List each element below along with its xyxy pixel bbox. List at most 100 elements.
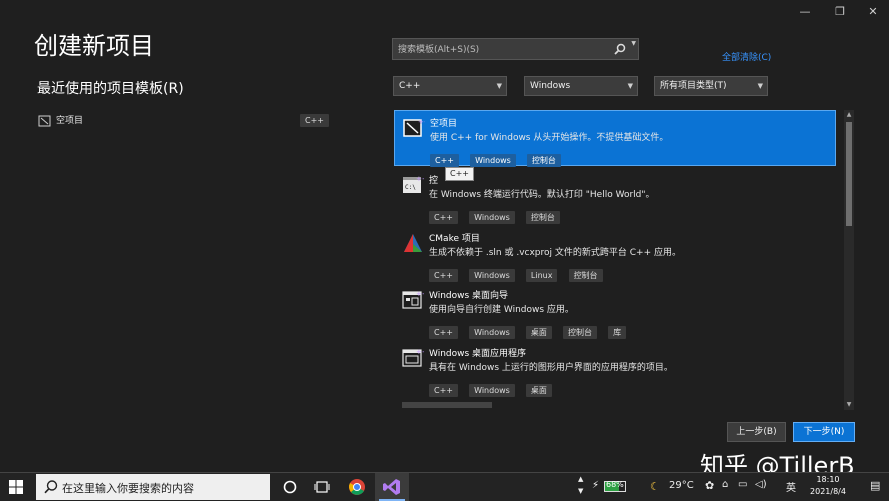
weather-moon-icon: ☾ [650,480,660,493]
svg-text:++: ++ [416,290,424,298]
clock-time: 18:10 [816,475,840,484]
template-name: Windows 桌面向导 [429,291,509,301]
template-description: 具有在 Windows 上运行的图形用户界面的应用程序的项目。 [429,363,673,373]
template-name: 空项目 [430,119,458,129]
taskbar-search-placeholder: 在这里输入你要搜索的内容 [62,482,194,495]
template-description: 使用向导自行创建 Windows 应用。 [429,305,574,315]
task-view-icon[interactable] [312,477,332,497]
template-description: 使用 C++ for Windows 从头开始操作。不提供基础文件。 [430,133,669,143]
svg-text:++: ++ [416,348,424,356]
template-list-scrollbar[interactable]: ▲ ▼ [844,110,854,410]
template-tag: Windows [469,269,515,282]
chevron-down-icon: ▼ [496,82,502,90]
template-tag: 桌面 [525,326,552,339]
restore-button[interactable]: ❐ [825,4,855,20]
recent-template-lang-tag: C++ [300,114,329,127]
scroll-thumb[interactable] [846,122,852,226]
plug-icon: ⚡ [592,480,600,491]
scroll-up-icon[interactable]: ▲ [844,110,854,120]
template-tag: C++ [429,384,458,397]
empty-project-icon [38,115,51,127]
keyboard-icon[interactable]: ▭ [738,479,747,490]
taskbar: 在这里输入你要搜索的内容 ▲ ▼ ⚡ 68% ☾ 29°C ✿ ⌂ ▭ ◁) 英… [0,472,889,501]
template-tag: Windows [469,326,515,339]
template-item-windows-desktop-wizard[interactable]: ++ Windows 桌面向导 使用向导自行创建 Windows 应用。 C++… [394,283,836,339]
clock-date: 2021/8/4 [810,487,846,496]
notification-icon[interactable]: ▤ [870,479,880,492]
project-type-filter[interactable]: 所有项目类型(T) ▼ [654,76,768,96]
page-title: 创建新项目 [34,32,154,60]
empty-project-icon: ++ [403,118,425,137]
template-tag: C++ [429,326,458,339]
template-tag: Windows [470,154,516,167]
search-input[interactable] [396,41,615,59]
cortana-icon[interactable] [280,477,300,497]
template-tag: 桌面 [525,384,552,397]
language-filter[interactable]: C++ ▼ [393,76,507,96]
taskbar-search[interactable]: 在这里输入你要搜索的内容 [36,474,270,500]
template-item-partial [402,402,492,408]
search-options-chevron-icon[interactable]: ▼ [631,40,636,47]
svg-text:++: ++ [418,118,425,126]
console-app-icon: C:\ ++ [403,175,424,193]
template-item-empty-project[interactable]: ++ 空项目 使用 C++ for Windows 从头开始操作。不提供基础文件… [394,110,836,167]
platform-filter-value: Windows [530,81,571,91]
search-icon [44,480,58,494]
svg-text:C:\: C:\ [405,184,416,191]
template-name: CMake 项目 [429,234,480,244]
tray-chevron-up-icon[interactable]: ▲ [578,475,583,483]
tray-chevron-down-icon[interactable]: ▼ [578,487,583,495]
desktop-wizard-icon: ++ [402,290,424,309]
back-button[interactable]: 上一步(B) [727,422,786,442]
recent-template-item[interactable]: 空项目 C++ [38,113,330,129]
chevron-down-icon: ▼ [757,82,763,90]
svg-text:++: ++ [416,175,424,183]
template-description: 生成不依赖于 .sln 或 .vcxproj 文件的新式跨平台 C++ 应用。 [429,248,681,258]
visual-studio-taskbar-button[interactable] [375,473,409,501]
visual-studio-icon [383,479,400,495]
template-tag: Linux [525,269,558,282]
tag-tooltip: C++ [445,167,474,181]
template-tag: Windows [469,211,515,224]
platform-filter[interactable]: Windows ▼ [524,76,638,96]
battery-widget[interactable]: ⚡ 68% [592,480,632,494]
search-icon[interactable] [614,43,626,55]
windows-start-icon[interactable] [9,480,23,494]
desktop-app-icon: ++ [402,348,424,367]
template-tag: C++ [429,269,458,282]
template-name: Windows 桌面应用程序 [429,349,527,359]
network-icon[interactable]: ⌂ [722,479,728,490]
taskbar-clock[interactable]: 18:10 2021/8/4 [808,474,848,498]
template-tag: 控制台 [563,326,597,339]
ime-indicator[interactable]: 英 [786,479,796,494]
template-tag: 控制台 [568,269,603,282]
template-search[interactable]: ▼ [392,38,639,60]
template-item-windows-desktop-app[interactable]: ++ Windows 桌面应用程序 具有在 Windows 上运行的图形用户界面… [394,341,836,397]
chrome-icon[interactable] [347,477,367,497]
cmake-icon [404,234,422,252]
scroll-down-icon[interactable]: ▼ [844,400,854,410]
template-tag: 库 [608,326,627,339]
app-tray-icon[interactable]: ✿ [705,479,714,492]
recent-templates-heading: 最近使用的项目模板(R) [37,81,184,97]
template-tag: Windows [469,384,515,397]
template-name: 控 [429,176,439,186]
minimize-button[interactable]: — [790,4,820,20]
volume-icon[interactable]: ◁) [755,479,767,490]
template-list: ++ 空项目 使用 C++ for Windows 从头开始操作。不提供基础文件… [394,110,838,410]
clear-all-link[interactable]: 全部清除(C) [722,50,771,63]
template-tag: 控制台 [526,154,561,167]
project-type-filter-value: 所有项目类型(T) [660,81,727,91]
language-filter-value: C++ [399,81,421,91]
chevron-down-icon: ▼ [627,82,633,90]
template-tag: C++ [429,211,458,224]
next-button[interactable]: 下一步(N) [793,422,855,442]
template-description: 在 Windows 终端运行代码。默认打印 "Hello World"。 [429,190,655,200]
weather-temp[interactable]: 29°C [669,480,694,491]
template-tag: 控制台 [525,211,560,224]
template-item-cmake-project[interactable]: CMake 项目 生成不依赖于 .sln 或 .vcxproj 文件的新式跨平台… [394,226,836,282]
battery-percent: 68% [606,480,624,489]
template-tag: C++ [430,154,459,167]
close-button[interactable]: ✕ [858,4,888,20]
recent-template-name: 空项目 [56,116,84,126]
